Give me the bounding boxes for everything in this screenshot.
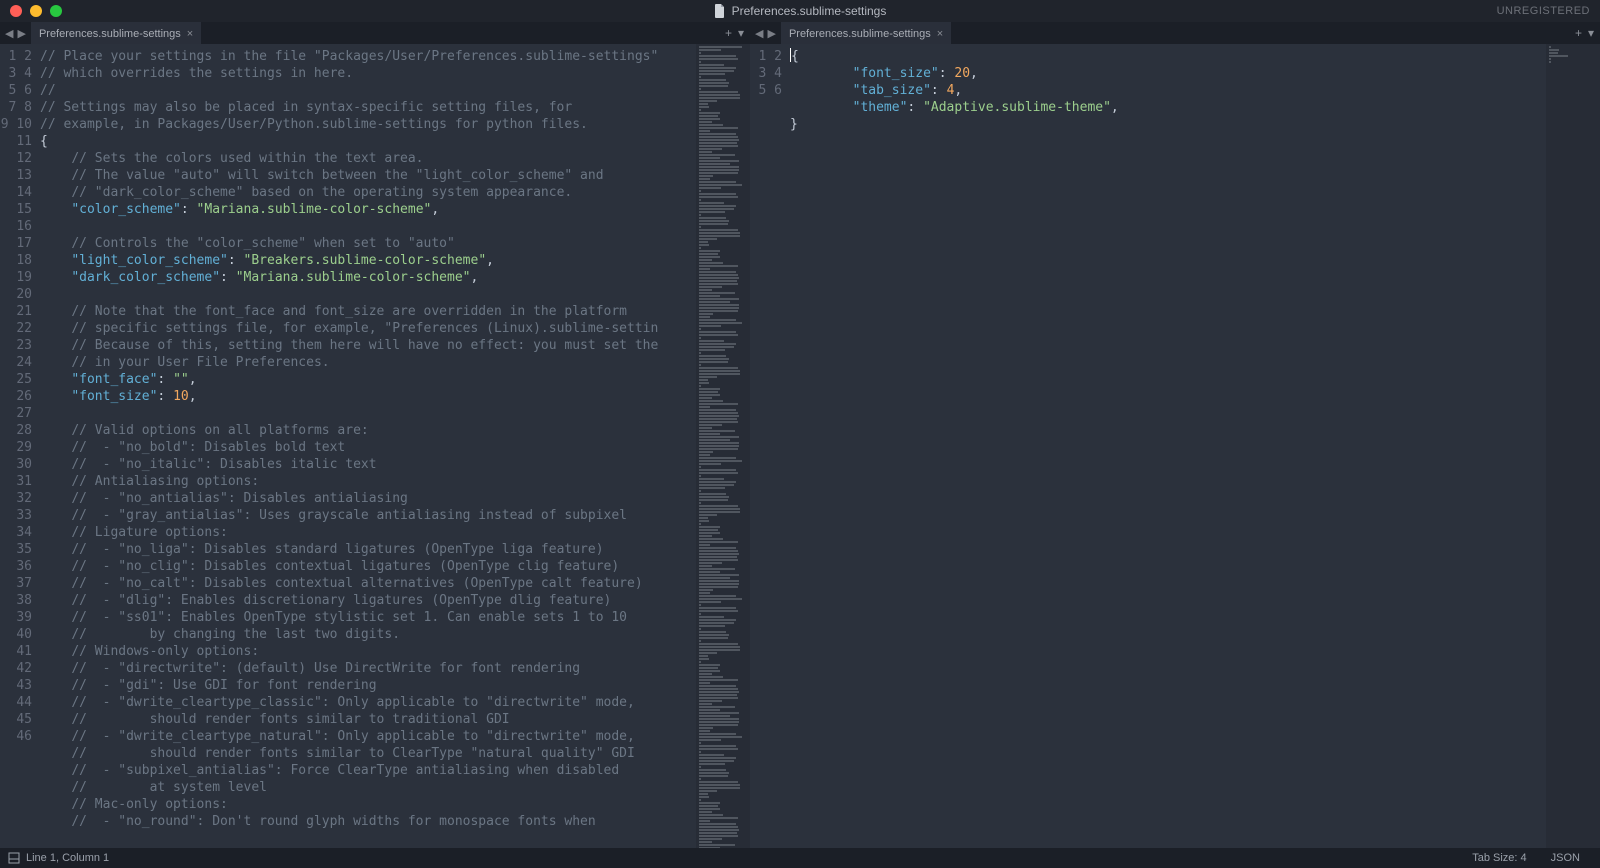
window-title-text: Preferences.sublime-settings xyxy=(732,4,887,18)
status-tab-size[interactable]: Tab Size: 4 xyxy=(1460,852,1538,864)
split-panes: ◀ ▶ Preferences.sublime-settings × + ▾ 1… xyxy=(0,22,1600,848)
left-pane: ◀ ▶ Preferences.sublime-settings × + ▾ 1… xyxy=(0,22,750,848)
left-editor[interactable]: 1 2 3 4 5 6 7 8 9 10 11 12 13 14 15 16 1… xyxy=(0,44,750,848)
new-tab-icon[interactable]: + xyxy=(1575,26,1582,40)
right-pane: ◀ ▶ Preferences.sublime-settings × + ▾ 1… xyxy=(750,22,1600,848)
nav-forward-icon[interactable]: ▶ xyxy=(766,27,776,40)
tab-dropdown-icon[interactable]: ▾ xyxy=(738,26,744,40)
tab-label: Preferences.sublime-settings xyxy=(789,28,931,40)
document-icon xyxy=(714,4,726,18)
right-minimap[interactable] xyxy=(1546,44,1600,848)
left-tabbar: ◀ ▶ Preferences.sublime-settings × + ▾ xyxy=(0,22,750,44)
nav-back-icon[interactable]: ◀ xyxy=(754,27,764,40)
close-icon[interactable]: × xyxy=(937,28,943,40)
left-minimap[interactable] xyxy=(696,44,750,848)
right-tab[interactable]: Preferences.sublime-settings × xyxy=(781,22,951,44)
tab-dropdown-icon[interactable]: ▾ xyxy=(1588,26,1594,40)
nav-back-icon[interactable]: ◀ xyxy=(4,27,14,40)
left-code[interactable]: // Place your settings in the file "Pack… xyxy=(40,44,696,848)
right-nav-arrows: ◀ ▶ xyxy=(750,22,781,44)
window-title: Preferences.sublime-settings xyxy=(0,4,1600,18)
right-gutter: 1 2 3 4 5 6 xyxy=(750,44,790,848)
right-tabbar: ◀ ▶ Preferences.sublime-settings × + ▾ xyxy=(750,22,1600,44)
close-icon[interactable]: × xyxy=(187,28,193,40)
left-tab-extras: + ▾ xyxy=(719,22,750,44)
status-bar: Line 1, Column 1 Tab Size: 4 JSON xyxy=(0,848,1600,868)
titlebar: Preferences.sublime-settings UNREGISTERE… xyxy=(0,0,1600,22)
app-window: Preferences.sublime-settings UNREGISTERE… xyxy=(0,0,1600,868)
right-code[interactable]: { "font_size": 20, "tab_size": 4, "theme… xyxy=(790,44,1546,848)
left-tab[interactable]: Preferences.sublime-settings × xyxy=(31,22,201,44)
nav-forward-icon[interactable]: ▶ xyxy=(16,27,26,40)
panel-switcher-icon[interactable] xyxy=(8,852,20,864)
status-position[interactable]: Line 1, Column 1 xyxy=(26,852,109,864)
left-nav-arrows: ◀ ▶ xyxy=(0,22,31,44)
unregistered-label: UNREGISTERED xyxy=(1497,5,1590,17)
right-tab-extras: + ▾ xyxy=(1569,22,1600,44)
tab-label: Preferences.sublime-settings xyxy=(39,28,181,40)
left-gutter: 1 2 3 4 5 6 7 8 9 10 11 12 13 14 15 16 1… xyxy=(0,44,40,848)
right-editor[interactable]: 1 2 3 4 5 6 { "font_size": 20, "tab_size… xyxy=(750,44,1600,848)
new-tab-icon[interactable]: + xyxy=(725,26,732,40)
status-syntax[interactable]: JSON xyxy=(1539,852,1592,864)
